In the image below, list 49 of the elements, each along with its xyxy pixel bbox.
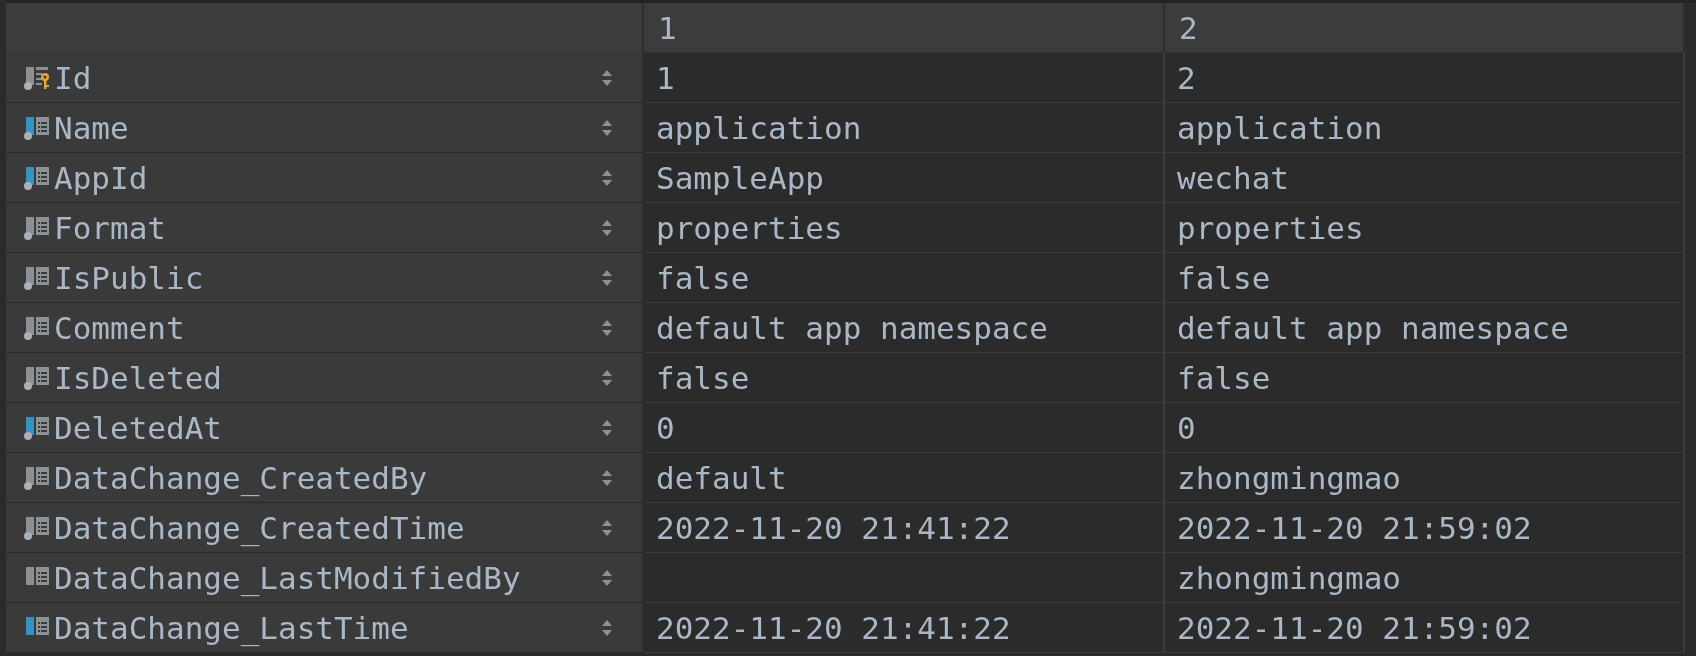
table-cell: false xyxy=(644,253,1165,303)
table-cell: default app namespace xyxy=(1165,303,1685,353)
column-header[interactable]: 1 xyxy=(644,3,1165,53)
table-cell: 0 xyxy=(644,403,1165,453)
sort-icon[interactable] xyxy=(602,369,612,386)
sort-icon[interactable] xyxy=(602,619,612,636)
table-cell: default app namespace xyxy=(644,303,1165,353)
sort-icon[interactable] xyxy=(602,119,612,136)
field-name: Id xyxy=(54,59,93,96)
sort-icon[interactable] xyxy=(602,219,612,236)
field-name: DeletedAt xyxy=(54,409,223,446)
sort-icon[interactable] xyxy=(602,519,612,536)
table-cell: 2022-11-20 21:59:02 xyxy=(1165,503,1685,553)
sort-icon[interactable] xyxy=(602,69,612,86)
sort-icon[interactable] xyxy=(602,319,612,336)
sort-icon[interactable] xyxy=(602,469,612,486)
table-cell: 2022-11-20 21:41:22 xyxy=(644,503,1165,553)
field-name: AppId xyxy=(54,159,149,196)
field-name: Comment xyxy=(54,309,186,346)
table-cell: default xyxy=(644,453,1165,503)
table-cell: zhongmingmao xyxy=(1165,453,1685,503)
table-cell: 0 xyxy=(1165,403,1685,453)
table-cell: wechat xyxy=(1165,153,1685,203)
table-cell: properties xyxy=(1165,203,1685,253)
field-name: Format xyxy=(54,209,167,246)
table-cell: 1 xyxy=(644,53,1165,103)
field-name: Name xyxy=(54,109,130,146)
sort-icon[interactable] xyxy=(602,269,612,286)
table-cell: application xyxy=(1165,103,1685,153)
table-cell: false xyxy=(1165,353,1685,403)
table-cell: 2022-11-20 21:41:22 xyxy=(644,603,1165,653)
field-name: DataChange_LastTime xyxy=(54,609,410,646)
table-cell: application xyxy=(644,103,1165,153)
table-cell: false xyxy=(1165,253,1685,303)
table-cell: properties xyxy=(644,203,1165,253)
field-name: DataChange_LastModifiedBy xyxy=(54,559,522,596)
sort-icon[interactable] xyxy=(602,569,612,586)
field-name: DataChange_CreatedTime xyxy=(54,509,466,546)
field-name: IsDeleted xyxy=(54,359,223,396)
table-cell: 2 xyxy=(1165,53,1685,103)
table-cell: zhongmingmao xyxy=(1165,553,1685,603)
table-cell: SampleApp xyxy=(644,153,1165,203)
column-header[interactable]: 2 xyxy=(1165,3,1685,53)
table-cell: false xyxy=(644,353,1165,403)
table-cell: 2022-11-20 21:59:02 xyxy=(1165,603,1685,653)
field-name: IsPublic xyxy=(54,259,205,296)
sort-icon[interactable] xyxy=(602,169,612,186)
sort-icon[interactable] xyxy=(602,419,612,436)
field-name: DataChange_CreatedBy xyxy=(54,459,429,496)
